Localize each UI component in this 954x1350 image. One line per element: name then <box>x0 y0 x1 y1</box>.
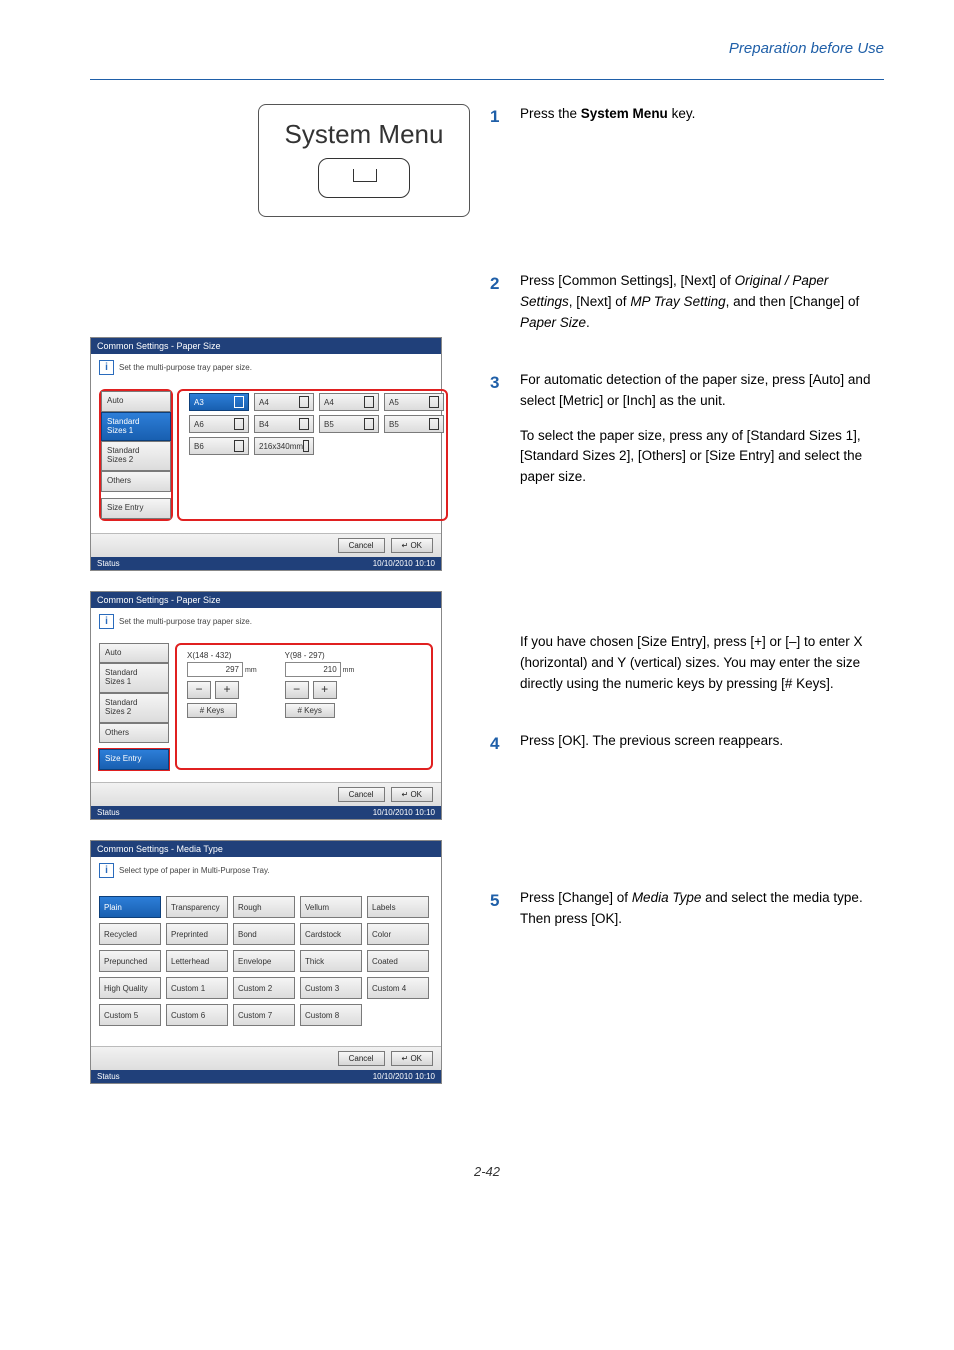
panel3-title: Common Settings - Media Type <box>91 841 441 857</box>
media-rough[interactable]: Rough <box>233 896 295 918</box>
tab-std-sizes-1[interactable]: Standard Sizes 1 <box>101 412 171 442</box>
status-timestamp: 10/10/2010 10:10 <box>373 1072 435 1081</box>
size-b4[interactable]: B4 <box>254 415 314 433</box>
step-number-5: 5 <box>490 888 502 944</box>
media-recycled[interactable]: Recycled <box>99 923 161 945</box>
x-value: 297 <box>187 662 243 677</box>
info-icon: i <box>99 863 114 878</box>
header-rule <box>90 79 884 80</box>
size-a4-port[interactable]: A4 <box>319 393 379 411</box>
step-3: 3 For automatic detection of the paper s… <box>490 370 884 709</box>
media-custom-4[interactable]: Custom 4 <box>367 977 429 999</box>
panel2-message: Set the multi-purpose tray paper size. <box>119 617 252 626</box>
tab-auto[interactable]: Auto <box>99 643 169 664</box>
step-5: 5 Press [Change] of Media Type and selec… <box>490 888 884 944</box>
media-coated[interactable]: Coated <box>367 950 429 972</box>
media-prepunched[interactable]: Prepunched <box>99 950 161 972</box>
x-minus-button[interactable]: − <box>187 681 211 699</box>
x-plus-button[interactable]: + <box>215 681 239 699</box>
size-grid-highlight-ring: A3 A4 A4 A5 A6 B4 B5 B5 B6 216x340mm <box>177 389 448 521</box>
entry-highlight-ring: X(148 - 432) 297mm − + # Keys Y(98 - 297… <box>175 643 433 771</box>
step-4: 4 Press [OK]. The previous screen reappe… <box>490 731 884 766</box>
info-icon: i <box>99 614 114 629</box>
panel1-message: Set the multi-purpose tray paper size. <box>119 363 252 372</box>
size-a4-land[interactable]: A4 <box>254 393 314 411</box>
panel1-title: Common Settings - Paper Size <box>91 338 441 354</box>
media-color[interactable]: Color <box>367 923 429 945</box>
info-icon: i <box>99 360 114 375</box>
tab-size-entry[interactable]: Size Entry <box>99 749 169 770</box>
tab-std-sizes-2[interactable]: Standard Sizes 2 <box>99 693 169 723</box>
panel-paper-size-entry: Common Settings - Paper Size i Set the m… <box>90 591 442 821</box>
cancel-button[interactable]: Cancel <box>338 1051 385 1066</box>
x-numkeys-button[interactable]: # Keys <box>187 703 237 718</box>
media-custom-8[interactable]: Custom 8 <box>300 1004 362 1026</box>
size-b5-land[interactable]: B5 <box>319 415 379 433</box>
tab-others[interactable]: Others <box>99 723 169 744</box>
media-cardstock[interactable]: Cardstock <box>300 923 362 945</box>
status-label: Status <box>97 1072 120 1081</box>
tab-others[interactable]: Others <box>101 471 171 492</box>
media-bond[interactable]: Bond <box>233 923 295 945</box>
media-thick[interactable]: Thick <box>300 950 362 972</box>
tab-highlight-ring: Auto Standard Sizes 1 Standard Sizes 2 O… <box>99 389 173 521</box>
media-transparency[interactable]: Transparency <box>166 896 228 918</box>
size-b5-port[interactable]: B5 <box>384 415 444 433</box>
y-plus-button[interactable]: + <box>313 681 337 699</box>
tab-size-entry[interactable]: Size Entry <box>101 498 171 519</box>
cancel-button[interactable]: Cancel <box>338 787 385 802</box>
media-high-quality[interactable]: High Quality <box>99 977 161 999</box>
media-custom-1[interactable]: Custom 1 <box>166 977 228 999</box>
panel-paper-size-std: Common Settings - Paper Size i Set the m… <box>90 337 442 571</box>
media-custom-5[interactable]: Custom 5 <box>99 1004 161 1026</box>
tab-std-sizes-2[interactable]: Standard Sizes 2 <box>101 441 171 471</box>
step-number-2: 2 <box>490 271 502 348</box>
x-range-label: X(148 - 432) <box>187 651 257 660</box>
size-a3[interactable]: A3 <box>189 393 249 411</box>
page-number: 2-42 <box>90 1164 884 1179</box>
media-custom-2[interactable]: Custom 2 <box>233 977 295 999</box>
ok-button[interactable]: ↵ OK <box>391 787 434 802</box>
y-range-label: Y(98 - 297) <box>285 651 355 660</box>
media-letterhead[interactable]: Letterhead <box>166 950 228 972</box>
panel3-message: Select type of paper in Multi-Purpose Tr… <box>119 866 270 875</box>
status-label: Status <box>97 808 120 817</box>
step-2: 2 Press [Common Settings], [Next] of Ori… <box>490 271 884 348</box>
y-value: 210 <box>285 662 341 677</box>
panel-media-type: Common Settings - Media Type i Select ty… <box>90 840 442 1084</box>
size-a6[interactable]: A6 <box>189 415 249 433</box>
media-plain[interactable]: Plain <box>99 896 161 918</box>
ok-button[interactable]: ↵ OK <box>391 538 434 553</box>
cancel-button[interactable]: Cancel <box>338 538 385 553</box>
step-number-4: 4 <box>490 731 502 766</box>
status-timestamp: 10/10/2010 10:10 <box>373 559 435 568</box>
media-custom-6[interactable]: Custom 6 <box>166 1004 228 1026</box>
status-timestamp: 10/10/2010 10:10 <box>373 808 435 817</box>
ok-button[interactable]: ↵ OK <box>391 1051 434 1066</box>
section-header: Preparation before Use <box>90 40 884 57</box>
system-menu-label: System Menu <box>269 119 459 150</box>
size-b6[interactable]: B6 <box>189 437 249 455</box>
step-number-1: 1 <box>490 104 502 139</box>
size-a5[interactable]: A5 <box>384 393 444 411</box>
step-number-3: 3 <box>490 370 502 709</box>
tab-auto[interactable]: Auto <box>101 391 171 412</box>
status-label: Status <box>97 559 120 568</box>
y-minus-button[interactable]: − <box>285 681 309 699</box>
system-menu-button-shape <box>318 158 410 198</box>
media-preprinted[interactable]: Preprinted <box>166 923 228 945</box>
media-envelope[interactable]: Envelope <box>233 950 295 972</box>
size-216x340[interactable]: 216x340mm <box>254 437 314 455</box>
media-labels[interactable]: Labels <box>367 896 429 918</box>
media-custom-7[interactable]: Custom 7 <box>233 1004 295 1026</box>
step-1: 1 Press the System Menu key. <box>490 104 884 139</box>
system-menu-key-illustration: System Menu <box>258 104 470 217</box>
panel2-title: Common Settings - Paper Size <box>91 592 441 608</box>
media-vellum[interactable]: Vellum <box>300 896 362 918</box>
y-numkeys-button[interactable]: # Keys <box>285 703 335 718</box>
tab-std-sizes-1[interactable]: Standard Sizes 1 <box>99 663 169 693</box>
media-custom-3[interactable]: Custom 3 <box>300 977 362 999</box>
